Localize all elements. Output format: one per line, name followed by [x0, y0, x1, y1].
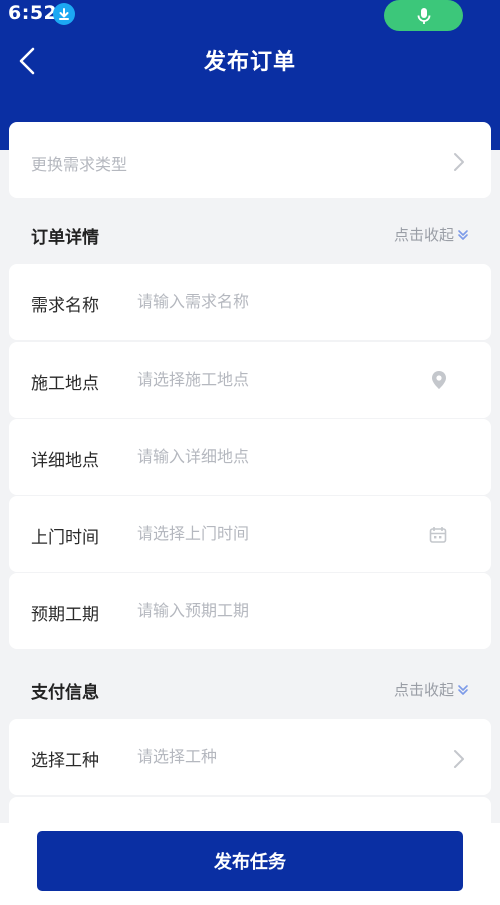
demand-type-selector[interactable]: 更换需求类型 — [9, 122, 491, 198]
download-icon — [53, 3, 75, 25]
microphone-icon — [417, 7, 430, 24]
form-row-demand-name: 需求名称 — [9, 264, 491, 340]
form-row-detailed-address: 详细地点 — [9, 419, 491, 495]
section-title: 支付信息 — [31, 683, 99, 703]
form-row-work-type[interactable]: 选择工种 — [9, 719, 491, 795]
double-chevron-down-icon — [458, 684, 468, 695]
expected-duration-input[interactable] — [137, 598, 407, 622]
field-label: 详细地点 — [31, 451, 99, 471]
collapse-toggle[interactable]: 点击收起 — [394, 224, 469, 245]
collapse-label: 点击收起 — [393, 681, 454, 699]
status-time: 6:52 — [8, 2, 58, 24]
form-row-site-location[interactable]: 施工地点 — [9, 342, 491, 418]
field-label: 预期工期 — [31, 605, 99, 625]
site-location-input[interactable] — [137, 367, 407, 391]
collapse-toggle[interactable]: 点击收起 — [394, 679, 469, 700]
field-label: 上门时间 — [31, 528, 99, 548]
field-label: 需求名称 — [31, 296, 99, 316]
demand-name-input[interactable] — [137, 289, 407, 313]
calendar-icon — [429, 527, 447, 543]
publish-task-button[interactable]: 发布任务 — [37, 831, 463, 891]
demand-type-placeholder: 更换需求类型 — [31, 155, 128, 174]
visit-time-input[interactable] — [137, 521, 407, 545]
double-chevron-down-icon — [458, 229, 468, 240]
page-title: 发布订单 — [203, 50, 296, 75]
payment-info-header: 支付信息 点击收起 — [9, 670, 491, 706]
section-title: 订单详情 — [31, 228, 99, 248]
location-pin-icon — [432, 371, 446, 389]
order-details-header: 订单详情 点击收起 — [9, 215, 491, 251]
detailed-address-input[interactable] — [137, 444, 407, 468]
work-type-input[interactable] — [137, 744, 407, 768]
chevron-right-icon — [454, 153, 464, 171]
form-row-visit-time[interactable]: 上门时间 — [9, 496, 491, 572]
field-label: 选择工种 — [31, 751, 99, 771]
chevron-right-icon — [454, 750, 464, 768]
voice-input-button[interactable] — [384, 0, 463, 31]
field-label: 施工地点 — [31, 374, 99, 394]
bottom-action-bar: 发布任务 — [0, 823, 500, 905]
collapse-label: 点击收起 — [393, 226, 454, 244]
form-row-expected-duration: 预期工期 — [9, 573, 491, 649]
